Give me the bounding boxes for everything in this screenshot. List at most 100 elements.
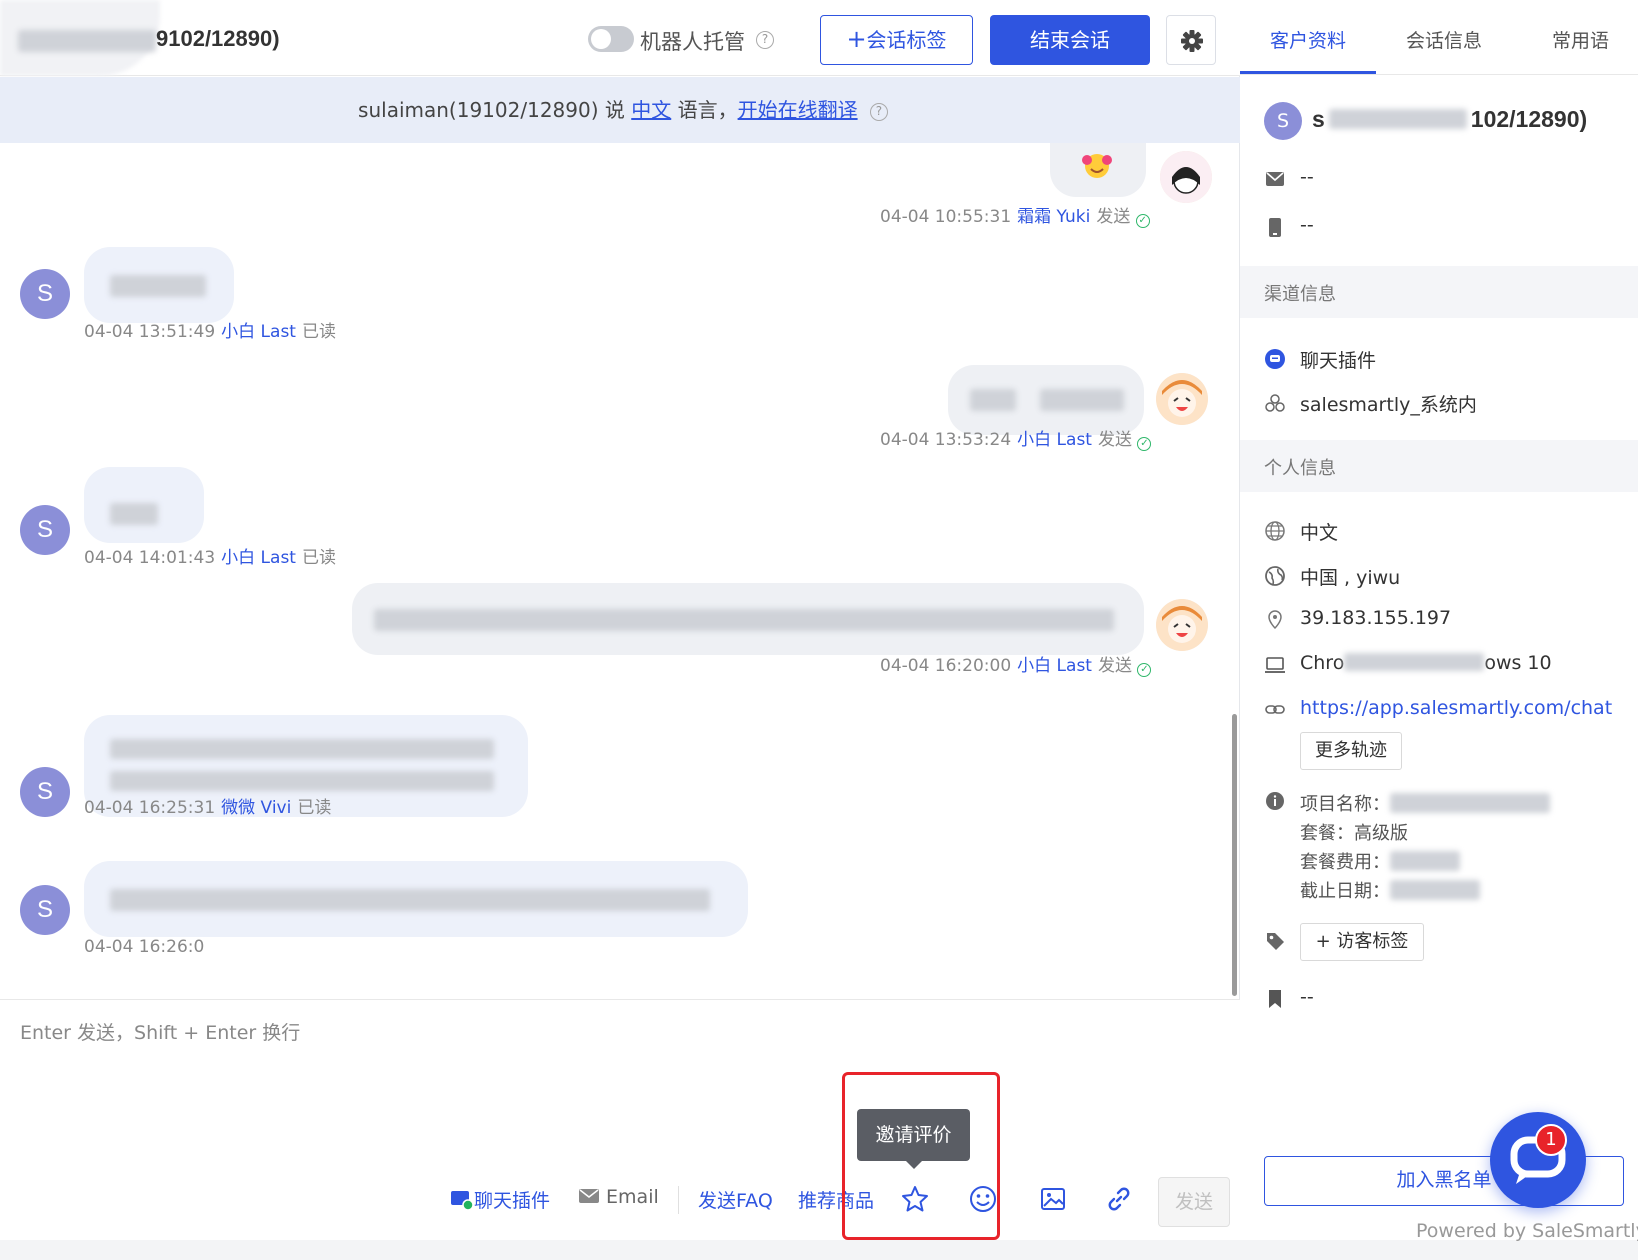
customer-avatar: S [1264, 102, 1302, 140]
robot-label: 机器人托管 [640, 30, 745, 54]
message-bubble [352, 583, 1144, 655]
tab-common-phrases[interactable]: 常用语 [1552, 26, 1609, 53]
sidebar-tabs: 客户资料 会话信息 常用语 [1240, 0, 1638, 75]
customer-name: s 102/12890) [1312, 106, 1587, 133]
message-time: 04-04 13:53:24 [880, 430, 1012, 450]
translate-prefix: sulaiman(19102/12890) 说 [358, 98, 632, 122]
deadline-line: 截止日期： [1300, 877, 1550, 906]
sent-check-icon: ✓ [1135, 214, 1150, 228]
more-track-button[interactable]: 更多轨迹 [1300, 732, 1402, 770]
language-value: 中文 [1300, 522, 1339, 544]
chat-bubble-icon [1510, 1136, 1566, 1184]
language-link[interactable]: 中文 [631, 98, 671, 122]
toggle-knob [591, 29, 611, 49]
message-status: 发送 [1097, 430, 1132, 450]
emoji-icon [1082, 154, 1112, 178]
agent-name: 小白 Last [221, 548, 296, 568]
start-translate-link[interactable]: 开始在线翻译 [738, 98, 858, 122]
tab-customer-profile[interactable]: 客户资料 [1270, 26, 1346, 53]
globe-icon [1265, 521, 1285, 541]
chat-header: 9102/12890) 机器人托管 ? +会话标签 结束会话 [0, 0, 1240, 76]
customer-avatar: S [20, 269, 70, 319]
session-tag-label: 会话标签 [866, 28, 947, 52]
chat-plugin-channel[interactable]: 聊天插件 [450, 1186, 550, 1213]
robot-toggle[interactable] [588, 26, 634, 52]
active-tab-indicator [1240, 71, 1376, 74]
earth-icon [1265, 566, 1285, 586]
message-meta: 04-04 16:25:31 微微 Vivi 已读 [84, 793, 331, 818]
help-icon[interactable]: ? [756, 31, 774, 49]
tab-session-info[interactable]: 会话信息 [1406, 26, 1482, 53]
message-time: 04-04 10:55:31 [880, 207, 1012, 227]
customer-title: 9102/12890) [156, 26, 280, 51]
message-status: 已读 [301, 548, 336, 568]
ip-value: 39.183.155.197 [1300, 607, 1452, 629]
session-tag-button[interactable]: +会话标签 [820, 15, 973, 65]
plan-line: 套餐：高级版 [1300, 823, 1408, 844]
customer-avatar: S [20, 885, 70, 935]
send-button[interactable]: 发送 [1158, 1177, 1230, 1227]
message-time: 04-04 16:25:31 [84, 798, 216, 818]
bookmark-value: -- [1300, 986, 1314, 1008]
message-meta: 04-04 13:53:24 小白 Last 发送 ✓ [880, 425, 1152, 451]
customer-sidebar: 客户资料 会话信息 常用语 S s 102/12890) -- -- 渠道信息 聊… [1240, 0, 1638, 1240]
plan-fee-line: 套餐费用： [1300, 848, 1550, 877]
chat-panel: 9102/12890) 机器人托管 ? +会话标签 结束会话 sulaiman(… [0, 0, 1240, 1240]
info-icon [1266, 792, 1284, 810]
settings-button[interactable] [1166, 15, 1216, 65]
sent-check-icon: ✓ [1137, 663, 1152, 677]
browser-value: Chro ows 10 [1300, 652, 1552, 674]
support-chat-button[interactable] [1490, 1112, 1586, 1208]
name-suffix: 102/12890) [1470, 106, 1588, 132]
agent-name: 小白 Last [221, 322, 296, 342]
cluster-icon [1265, 394, 1285, 412]
message-meta: 04-04 16:20:00 小白 Last 发送 ✓ [880, 651, 1152, 677]
project-info: 项目名称： 套餐：高级版 套餐费用： 截止日期： [1300, 790, 1550, 906]
message-time: 04-04 13:51:49 [84, 322, 216, 342]
channel-plugin-value: 聊天插件 [1300, 350, 1377, 372]
location-pin-icon [1268, 610, 1282, 630]
send-faq-button[interactable]: 发送FAQ [698, 1186, 773, 1213]
gear-icon [1181, 30, 1203, 52]
footer-strip [0, 1240, 1638, 1260]
translate-middle: 语言， [671, 98, 738, 122]
chat-plugin-icon [451, 1191, 474, 1211]
mail-icon [579, 1189, 599, 1203]
message-bubble [84, 247, 234, 323]
deadline-label: 截止日期： [1300, 881, 1390, 902]
message-status: 已读 [301, 322, 336, 342]
image-icon [1041, 1188, 1065, 1210]
plus-icon: + [846, 25, 867, 53]
message-bubble [84, 467, 204, 543]
chat-plugin-label: 聊天插件 [474, 1190, 551, 1212]
message-list: 04-04 10:55:31 霜霜 Yuki 发送 ✓ S 04-04 13:51:… [0, 143, 1240, 999]
phone-icon [1269, 218, 1281, 237]
message-meta: 04-04 13:51:49 小白 Last 已读 [84, 317, 336, 342]
help-icon[interactable]: ? [869, 103, 888, 121]
notification-badge: 1 [1535, 1124, 1567, 1156]
message-time: 04-04 16:26:0 [84, 937, 205, 957]
rating-tooltip: 邀请评价 [857, 1109, 970, 1161]
app-window: 9102/12890) 机器人托管 ? +会话标签 结束会话 sulaiman(… [0, 0, 1638, 1240]
message-input[interactable]: Enter 发送，Shift + Enter 换行 [20, 1018, 300, 1045]
url-link[interactable]: https://app.salesmartly.com/chat [1300, 697, 1612, 719]
name-prefix: s [1312, 106, 1325, 132]
add-visitor-tag-button[interactable]: + 访客标签 [1300, 923, 1424, 961]
project-name-line: 项目名称： [1300, 790, 1550, 819]
bookmark-icon [1269, 990, 1281, 1008]
personal-section-title: 个人信息 [1264, 458, 1336, 479]
image-button[interactable] [1038, 1184, 1068, 1214]
agent-name: 小白 Last [1017, 430, 1092, 450]
agent-name: 霜霜 Yuki [1017, 207, 1091, 227]
channel-section: 渠道信息 [1240, 266, 1638, 318]
message-scrollbar[interactable] [1232, 714, 1237, 996]
location-value: 中国 , yiwu [1300, 567, 1401, 589]
link-icon [1108, 1187, 1130, 1211]
email-channel[interactable]: Email [578, 1186, 659, 1208]
translate-banner: sulaiman(19102/12890) 说 中文 语言，开始在线翻译 ? [0, 77, 1240, 143]
tag-icon [1267, 933, 1284, 950]
laptop-icon [1265, 657, 1285, 673]
attachment-button[interactable] [1104, 1184, 1134, 1214]
end-session-button[interactable]: 结束会话 [990, 15, 1150, 65]
message-status: 发送 [1097, 656, 1132, 676]
